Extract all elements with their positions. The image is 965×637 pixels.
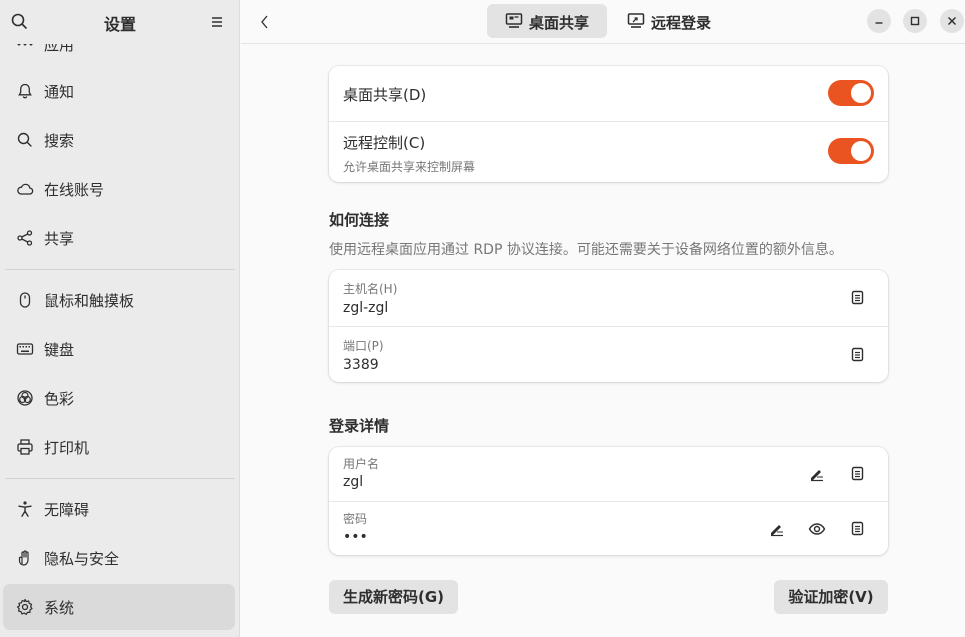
sidebar-item-label: 系统	[44, 599, 75, 617]
maximize-icon	[910, 16, 920, 26]
sidebar-item-mouse[interactable]: 鼠标和触摸板	[3, 277, 235, 323]
desktop-share-icon	[505, 12, 523, 30]
connect-section-title: 如何连接	[329, 211, 390, 229]
privacy-icon	[16, 549, 34, 567]
sidebar-divider	[5, 478, 235, 479]
copy-icon[interactable]	[847, 519, 867, 539]
back-icon[interactable]	[255, 11, 275, 33]
sidebar-item-printers[interactable]: 打印机	[3, 424, 235, 470]
remote-control-subtitle: 允许桌面共享来控制屏幕	[343, 160, 476, 174]
eye-icon[interactable]	[807, 519, 827, 539]
sidebar-item-sharing[interactable]: 共享	[3, 215, 235, 261]
sidebar-item-label: 搜索	[44, 132, 75, 150]
minimize-icon	[875, 22, 883, 24]
color-icon	[16, 389, 34, 407]
password-row: 密码 •••	[329, 502, 888, 555]
port-value: 3389	[343, 357, 379, 373]
sidebar-item-privacy[interactable]: 隐私与安全	[3, 535, 235, 581]
accessibility-icon	[16, 500, 34, 518]
password-label: 密码	[343, 512, 368, 526]
sidebar-divider	[5, 269, 235, 270]
apps-icon	[16, 44, 34, 53]
copy-icon[interactable]	[847, 345, 867, 365]
hostname-row: 主机名(H) zgl-zgl	[329, 270, 888, 326]
sidebar-item-label: 无障碍	[44, 501, 90, 519]
sidebar-item-label: 色彩	[44, 390, 75, 408]
edit-icon[interactable]	[807, 464, 827, 484]
remote-control-toggle[interactable]	[828, 138, 874, 164]
sidebar-item-label: 共享	[44, 230, 75, 248]
main-header: 桌面共享 远程登录	[241, 0, 965, 44]
sidebar-item-label: 隐私与安全	[44, 550, 120, 568]
login-section-title: 登录详情	[329, 417, 390, 435]
tab-label: 远程登录	[651, 14, 712, 32]
password-value: •••	[343, 529, 368, 545]
sidebar-item-label: 应用	[44, 44, 75, 54]
cloud-icon	[16, 180, 34, 198]
maximize-button[interactable]	[903, 9, 927, 33]
sidebar-item-apps[interactable]: 应用	[3, 44, 235, 67]
remote-login-icon	[627, 12, 645, 30]
hostname-label: 主机名(H)	[343, 282, 398, 296]
remote-control-label: 远程控制(C)	[343, 134, 426, 152]
username-value: zgl	[343, 474, 364, 490]
sharing-card: 桌面共享(D) 远程控制(C) 允许桌面共享来控制屏幕	[329, 66, 888, 182]
close-icon	[948, 17, 956, 25]
hostname-value: zgl-zgl	[343, 300, 389, 316]
hamburger-menu-icon[interactable]	[206, 11, 228, 33]
sidebar: 设置 应用 通知 搜索 在线账号 共享 鼠标和触摸板 键盘 色彩 打印机 无障碍…	[0, 0, 240, 637]
bell-icon	[16, 82, 34, 100]
sidebar-item-accessibility[interactable]: 无障碍	[3, 486, 235, 532]
connect-card: 主机名(H) zgl-zgl 端口(P) 3389	[329, 270, 888, 382]
system-icon	[16, 598, 34, 616]
sidebar-item-label: 鼠标和触摸板	[44, 292, 135, 310]
mouse-icon	[16, 291, 34, 309]
sidebar-item-color[interactable]: 色彩	[3, 375, 235, 421]
sidebar-item-system[interactable]: 系统	[3, 584, 235, 630]
copy-icon[interactable]	[847, 288, 867, 308]
sidebar-item-label: 通知	[44, 83, 75, 101]
close-button[interactable]	[940, 9, 964, 33]
copy-icon[interactable]	[847, 464, 867, 484]
port-row: 端口(P) 3389	[329, 327, 888, 382]
generate-password-button[interactable]: 生成新密码(G)	[329, 580, 458, 614]
connect-section-desc: 使用远程桌面应用通过 RDP 协议连接。可能还需要关于设备网络位置的额外信息。	[329, 242, 843, 258]
tab-remote-login[interactable]: 远程登录	[609, 4, 729, 38]
share-icon	[16, 229, 34, 247]
edit-icon[interactable]	[767, 519, 787, 539]
login-card: 用户名 zgl 密码 •••	[329, 447, 888, 555]
search-icon	[16, 131, 34, 149]
minimize-button[interactable]	[867, 9, 891, 33]
desktop-sharing-label: 桌面共享(D)	[343, 86, 427, 104]
sidebar-list: 应用 通知 搜索 在线账号 共享 鼠标和触摸板 键盘 色彩 打印机 无障碍 隐私…	[0, 44, 240, 637]
tab-label: 桌面共享	[529, 14, 590, 32]
sidebar-item-keyboard[interactable]: 键盘	[3, 326, 235, 372]
sidebar-item-label: 打印机	[44, 439, 90, 457]
sidebar-title: 设置	[103, 15, 136, 34]
desktop-sharing-row: 桌面共享(D)	[329, 66, 888, 121]
sidebar-item-label: 在线账号	[44, 181, 105, 199]
username-row: 用户名 zgl	[329, 447, 888, 501]
sidebar-item-search[interactable]: 搜索	[3, 117, 235, 163]
sidebar-item-label: 键盘	[44, 341, 75, 359]
keyboard-icon	[16, 340, 34, 358]
remote-control-row: 远程控制(C) 允许桌面共享来控制屏幕	[329, 122, 888, 182]
tab-desktop-sharing[interactable]: 桌面共享	[487, 4, 607, 38]
desktop-sharing-toggle[interactable]	[828, 80, 874, 106]
printer-icon	[16, 438, 34, 456]
verify-encryption-button[interactable]: 验证加密(V)	[774, 580, 888, 614]
sidebar-item-notifications[interactable]: 通知	[3, 68, 235, 114]
sidebar-header: 设置	[0, 0, 240, 44]
port-label: 端口(P)	[343, 339, 384, 353]
sidebar-item-online-accounts[interactable]: 在线账号	[3, 166, 235, 212]
username-label: 用户名	[343, 457, 380, 471]
